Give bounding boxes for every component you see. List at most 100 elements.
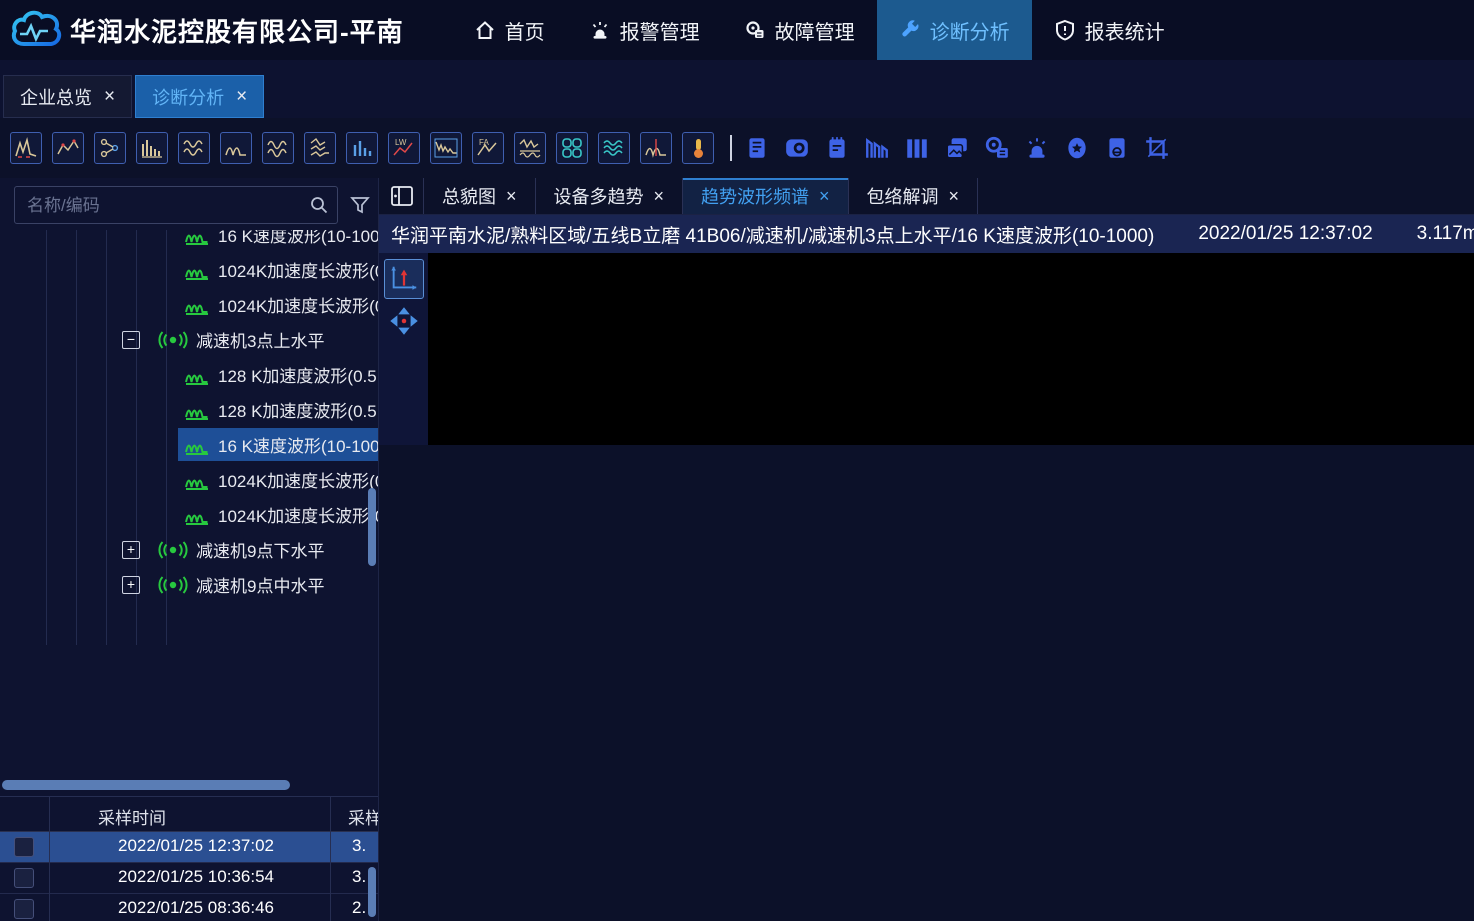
spectrum-peaks-icon[interactable]	[10, 132, 42, 164]
wrench-icon	[899, 19, 921, 41]
double-wave-icon[interactable]	[262, 132, 294, 164]
gear-doc-icon[interactable]	[982, 133, 1012, 163]
tree-item[interactable]: 16 K速度波形(10-1000)	[0, 427, 378, 462]
app-title: 华润水泥控股有限公司-平南	[70, 12, 404, 49]
row-checkbox[interactable]	[14, 837, 34, 857]
tree-item[interactable]: +减速机9点下水平	[0, 532, 378, 567]
tree-item[interactable]: 1024K加速度长波形(0.	[0, 462, 378, 497]
plot-line[interactable]	[428, 253, 1474, 445]
nav-item-故障管理[interactable]: 故障管理	[722, 0, 877, 60]
search-icon[interactable]	[309, 195, 329, 215]
toolbar-separator	[730, 135, 732, 161]
table-row[interactable]: 2022/01/25 12:37:023.	[0, 832, 378, 863]
search-input[interactable]	[25, 188, 299, 224]
columns-icon[interactable]	[902, 133, 932, 163]
column-divider	[330, 797, 331, 921]
table-vertical-scrollbar[interactable]	[368, 867, 376, 917]
search-row	[0, 186, 378, 226]
sine-wave-icon[interactable]	[178, 132, 210, 164]
tree-item-label: 1024K加速度长波形(0.	[218, 502, 378, 527]
tree-horizontal-scrollbar[interactable]	[0, 778, 378, 792]
close-tab-icon[interactable]: ×	[506, 186, 517, 207]
nav-item-报警管理[interactable]: 报警管理	[567, 0, 722, 60]
tree-item[interactable]: −减速机3点上水平	[0, 322, 378, 357]
sensor-icon	[158, 330, 188, 350]
notepad-icon[interactable]	[822, 133, 852, 163]
fence-chart-icon[interactable]	[862, 133, 892, 163]
table-header: 采样时间采样值	[0, 797, 378, 832]
collapse-panel-icon[interactable]	[389, 183, 415, 209]
chart-tab-包络解调[interactable]: 包络解调×	[849, 178, 979, 214]
tree-item[interactable]: +减速机9点中水平	[0, 567, 378, 602]
chart-tab-总貌图[interactable]: 总貌图×	[423, 178, 536, 214]
crop-icon[interactable]	[1142, 133, 1172, 163]
bars-icon[interactable]	[346, 132, 378, 164]
chart-tab-设备多趋势[interactable]: 设备多趋势 ×	[536, 178, 684, 214]
chart-tab-label: 设备多趋势	[554, 183, 644, 209]
collapse-icon[interactable]: −	[122, 331, 140, 349]
workspace-tab-label: 企业总览	[20, 84, 92, 110]
nav-item-报表统计[interactable]: 报表统计	[1032, 0, 1187, 60]
image-stack-icon[interactable]	[942, 133, 972, 163]
database-icon[interactable]	[742, 133, 772, 163]
close-tab-icon[interactable]: ×	[949, 186, 960, 207]
tag-icon[interactable]	[1102, 133, 1132, 163]
cascade-icon[interactable]	[304, 132, 336, 164]
waterfall-icon[interactable]	[430, 132, 462, 164]
tree-item-label: 128 K加速度波形(0.5	[218, 362, 377, 387]
sample-table: 采样时间采样值2022/01/25 12:37:023.2022/01/25 1…	[0, 796, 378, 921]
cursor-wave-icon[interactable]	[640, 132, 672, 164]
row-checkbox[interactable]	[14, 899, 34, 919]
fault-gear-icon	[744, 19, 766, 41]
share-nodes-icon[interactable]	[94, 132, 126, 164]
camera-icon[interactable]	[782, 133, 812, 163]
workspace-tab-label: 诊断分析	[152, 84, 224, 110]
tree-item[interactable]: 1024K加速度长波形(0.	[0, 497, 378, 532]
chart-tool-strip	[379, 253, 428, 445]
sensor-icon	[158, 540, 188, 560]
twin-peaks-icon[interactable]	[220, 132, 252, 164]
waveform-icon	[184, 364, 210, 386]
waveform-icon	[184, 399, 210, 421]
row-checkbox[interactable]	[14, 868, 34, 888]
ripples-icon[interactable]	[598, 132, 630, 164]
tree-item[interactable]: 16 K速度波形(10-1000)	[0, 230, 378, 252]
close-tab-icon[interactable]: ×	[819, 186, 830, 207]
expand-icon[interactable]: +	[122, 541, 140, 559]
tree-item[interactable]: 128 K加速度波形(0.5	[0, 357, 378, 392]
nav-item-诊断分析[interactable]: 诊断分析	[877, 0, 1032, 60]
fa-spectrum-icon[interactable]: FA	[472, 132, 504, 164]
waveform-icon	[184, 294, 210, 316]
table-row[interactable]: 2022/01/25 10:36:543.	[0, 863, 378, 894]
trend-points-icon[interactable]	[52, 132, 84, 164]
alarm-lamp-icon[interactable]	[1022, 133, 1052, 163]
medal-icon[interactable]	[1062, 133, 1092, 163]
sensor-icon	[158, 575, 188, 595]
filter-icon[interactable]	[350, 195, 370, 215]
wave-floor-icon[interactable]	[514, 132, 546, 164]
chart-tab-趋势波形频谱[interactable]: 趋势波形频谱×	[683, 178, 849, 214]
chart-tabbar: 总貌图×设备多趋势×趋势波形频谱×包络解调×	[379, 178, 1474, 215]
close-tab-icon[interactable]: ×	[236, 86, 247, 108]
y-scale-icon[interactable]	[384, 259, 424, 299]
waveform-icon	[184, 434, 210, 456]
close-tab-icon[interactable]: ×	[104, 86, 115, 108]
expand-icon[interactable]: +	[122, 576, 140, 594]
thermometer-icon[interactable]	[682, 132, 714, 164]
waveform-icon	[184, 259, 210, 281]
tree-item[interactable]: 1024K加速度长波形(0.	[0, 252, 378, 287]
nav-item-label: 报表统计	[1085, 16, 1165, 45]
workspace-tab-诊断分析[interactable]: 诊断分析 ×	[135, 75, 264, 118]
nav-item-首页[interactable]: 首页	[452, 0, 567, 60]
table-row[interactable]: 2022/01/25 08:36:462.	[0, 894, 378, 921]
workspace-tab-企业总览[interactable]: 企业总览 ×	[3, 75, 132, 118]
tree-vertical-scrollbar[interactable]	[368, 488, 376, 566]
column-divider	[49, 797, 50, 921]
tree-item[interactable]: 128 K加速度波形(0.5	[0, 392, 378, 427]
lwa-trend-icon[interactable]: LW	[388, 132, 420, 164]
close-tab-icon[interactable]: ×	[654, 186, 665, 207]
histogram-icon[interactable]	[136, 132, 168, 164]
pan-icon[interactable]	[384, 301, 424, 341]
four-circles-icon[interactable]	[556, 132, 588, 164]
tree-item[interactable]: 1024K加速度长波形(0.	[0, 287, 378, 322]
